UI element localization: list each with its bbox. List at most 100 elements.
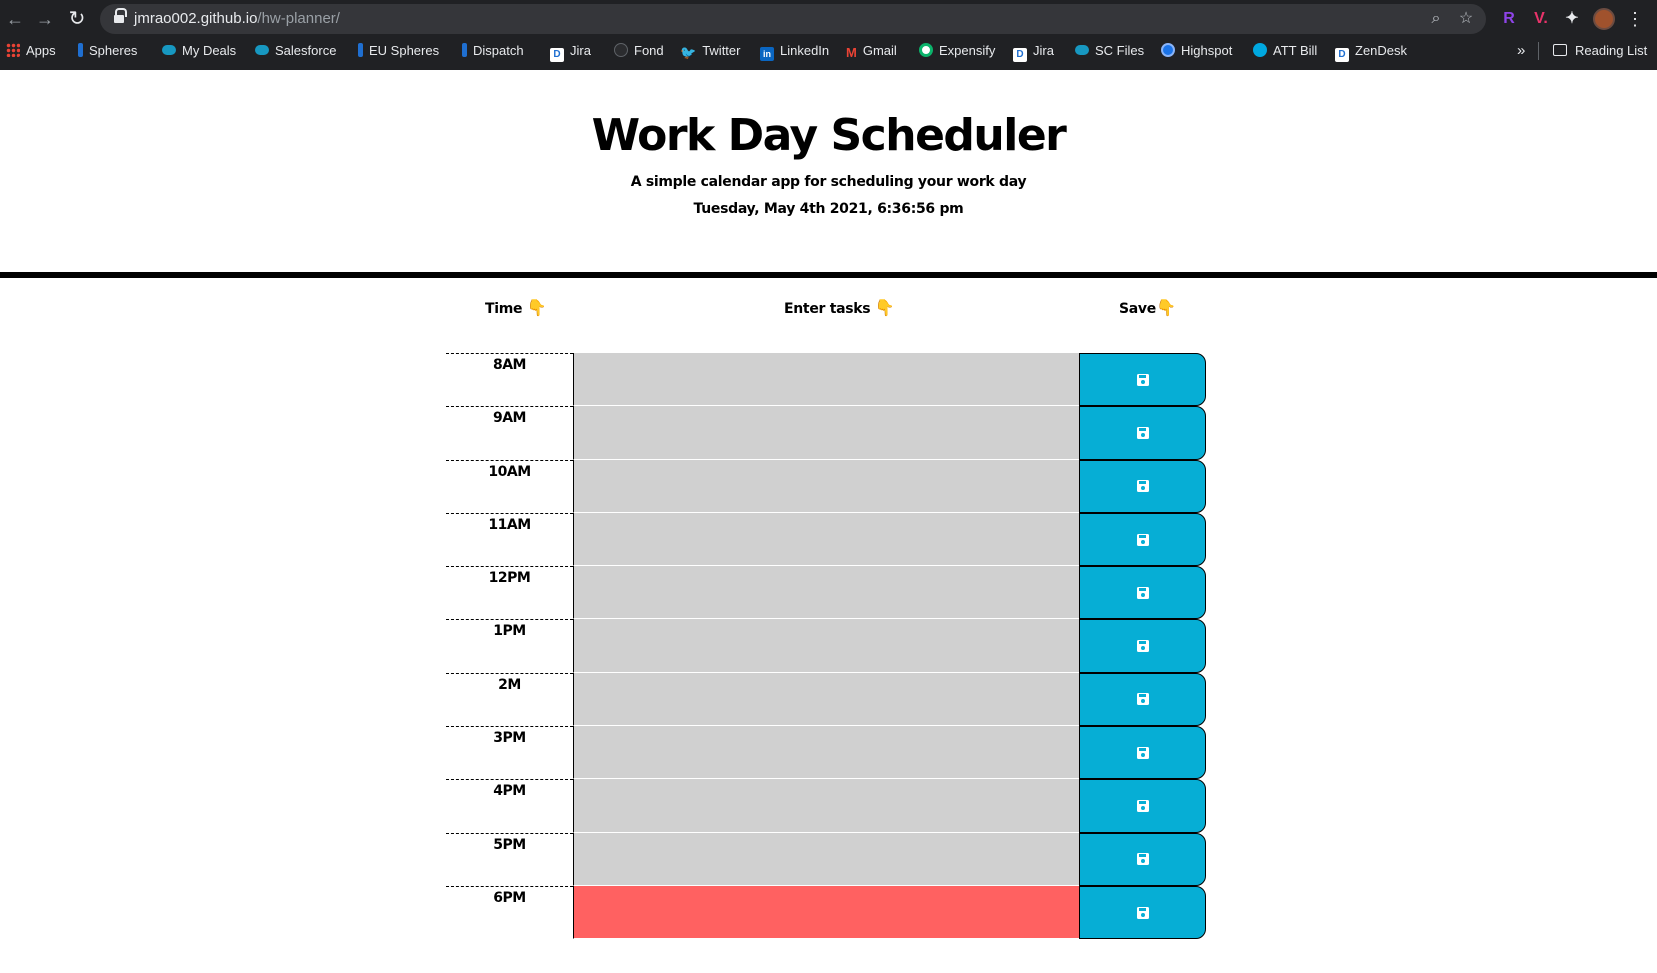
floppy-disk-icon	[1136, 640, 1149, 653]
hour-label: 2M	[446, 672, 573, 726]
bookmark-star-icon[interactable]: ☆	[1456, 9, 1476, 29]
save-button[interactable]	[1079, 353, 1206, 407]
time-block-row: 1PM	[446, 619, 1206, 673]
bookmark-expensify[interactable]: Expensify	[919, 40, 995, 62]
floppy-disk-icon	[1136, 586, 1149, 599]
bookmark-dispatch[interactable]: Dispatch	[462, 40, 524, 62]
hour-label: 3PM	[446, 726, 573, 779]
hour-label: 8AM	[446, 353, 573, 406]
bookmark-sc-files[interactable]: SC Files	[1075, 40, 1144, 62]
save-button[interactable]	[1079, 512, 1206, 567]
page-title: Work Day Scheduler	[591, 110, 1067, 161]
bookmark-jira-2[interactable]: D Jira	[1013, 40, 1054, 62]
bookmark-salesforce[interactable]: Salesforce	[255, 40, 336, 62]
highspot-icon	[1161, 43, 1175, 57]
bookmark-att-bill[interactable]: ATT Bill	[1253, 40, 1317, 62]
bookmark-label: My Deals	[182, 43, 237, 58]
bookmark-jira[interactable]: D Jira	[550, 40, 591, 62]
bookmarks-overflow-button[interactable]: »	[1517, 40, 1525, 62]
task-input[interactable]	[573, 726, 1079, 780]
bookmark-fond[interactable]: Fond	[614, 40, 664, 62]
bookmark-eu-spheres[interactable]: EU Spheres	[358, 40, 439, 62]
floppy-disk-icon	[1136, 693, 1149, 706]
reload-icon[interactable]: ↻	[66, 8, 88, 30]
bookmark-label: LinkedIn	[780, 43, 830, 58]
save-button[interactable]	[1079, 726, 1206, 780]
browser-chrome: ← → ↻ jmrao002.github.io/hw-planner/ ⌕ ☆…	[0, 0, 1657, 70]
url-text[interactable]: jmrao002.github.io/hw-planner/	[134, 10, 340, 27]
extension-v-icon[interactable]: V.	[1530, 8, 1552, 30]
hour-label: 5PM	[446, 832, 573, 886]
time-block-list: 8AM 9AM 10AM 11AM 12PM 1PM 2M 3PM 4PM 5PM 6PM	[446, 353, 1206, 940]
forward-arrow-icon[interactable]: →	[34, 8, 56, 30]
bookmark-twitter[interactable]: 🐦 Twitter	[680, 40, 740, 62]
bookmark-spheres[interactable]: Spheres	[78, 40, 137, 62]
back-arrow-icon[interactable]: ←	[4, 8, 26, 30]
hour-label: 9AM	[446, 406, 573, 459]
profile-avatar[interactable]	[1593, 8, 1615, 30]
hour-label: 12PM	[446, 566, 573, 619]
task-input[interactable]	[573, 832, 1079, 886]
bookmark-zendesk[interactable]: D ZenDesk	[1335, 40, 1407, 62]
floppy-disk-icon	[1136, 800, 1149, 813]
save-button[interactable]	[1079, 619, 1206, 673]
extension-r-icon[interactable]: R	[1498, 8, 1520, 30]
hour-label: 4PM	[446, 779, 573, 832]
page-subtitle: A simple calendar app for scheduling you…	[630, 174, 1027, 190]
time-block-row: 4PM	[446, 779, 1206, 833]
task-input[interactable]	[573, 566, 1079, 620]
reading-list-button[interactable]: Reading List	[1553, 40, 1647, 62]
bookmark-label: Highspot	[1181, 43, 1233, 58]
bookmark-gmail[interactable]: M Gmail	[846, 40, 897, 62]
extensions-puzzle-icon[interactable]: ✦	[1561, 8, 1583, 30]
att-icon	[1253, 43, 1267, 57]
time-block-row: 6PM	[446, 885, 1206, 940]
header-divider	[0, 272, 1657, 278]
task-input[interactable]	[573, 619, 1079, 673]
hour-label: 1PM	[446, 619, 573, 672]
task-input[interactable]	[573, 459, 1079, 513]
url-path: /hw-planner/	[257, 10, 340, 27]
hour-label: 11AM	[446, 512, 573, 566]
jira-icon: D	[1013, 48, 1027, 62]
column-header-time: Time 👇	[485, 298, 547, 317]
save-button[interactable]	[1079, 832, 1206, 886]
bookmark-label: Salesforce	[275, 43, 337, 58]
browser-menu-icon[interactable]: ⋮	[1626, 8, 1644, 30]
bookmark-label: Twitter	[702, 43, 741, 58]
salesforce-cloud-icon	[255, 45, 269, 55]
bookmark-my-deals[interactable]: My Deals	[162, 40, 236, 62]
save-button[interactable]	[1079, 672, 1206, 727]
save-button[interactable]	[1079, 779, 1206, 833]
save-button[interactable]	[1079, 459, 1206, 513]
zoom-icon[interactable]: ⌕	[1426, 9, 1446, 29]
task-input[interactable]	[573, 779, 1079, 833]
task-input[interactable]	[573, 672, 1079, 727]
address-bar[interactable]: jmrao002.github.io/hw-planner/ ⌕ ☆	[100, 4, 1486, 34]
task-input[interactable]	[573, 353, 1079, 407]
bookmark-apps[interactable]: Apps	[6, 40, 56, 62]
column-header-save: Save👇	[1119, 298, 1176, 317]
bookmark-highspot[interactable]: Highspot	[1161, 40, 1232, 62]
spheres-icon	[358, 43, 363, 57]
bookmark-label: Expensify	[939, 43, 996, 58]
jira-icon: D	[550, 48, 564, 62]
task-input[interactable]	[573, 512, 1079, 567]
task-input[interactable]	[573, 885, 1079, 940]
save-button[interactable]	[1079, 885, 1206, 940]
column-header-tasks-label: Enter tasks	[784, 301, 871, 317]
jira-icon: D	[1335, 48, 1349, 62]
task-input[interactable]	[573, 406, 1079, 460]
column-header-save-label: Save	[1119, 301, 1156, 317]
time-block-row: 3PM	[446, 726, 1206, 780]
save-button[interactable]	[1079, 406, 1206, 460]
current-date: Tuesday, May 4th 2021, 6:36:56 pm	[693, 201, 964, 217]
save-button[interactable]	[1079, 566, 1206, 620]
lock-icon	[114, 8, 127, 24]
bookmark-label: ZenDesk	[1355, 43, 1408, 58]
time-block-row: 10AM	[446, 459, 1206, 513]
bookmark-linkedin[interactable]: in LinkedIn	[760, 40, 829, 62]
time-block-row: 11AM	[446, 512, 1206, 567]
bookmark-label: Apps	[26, 43, 56, 58]
floppy-disk-icon	[1136, 746, 1149, 759]
